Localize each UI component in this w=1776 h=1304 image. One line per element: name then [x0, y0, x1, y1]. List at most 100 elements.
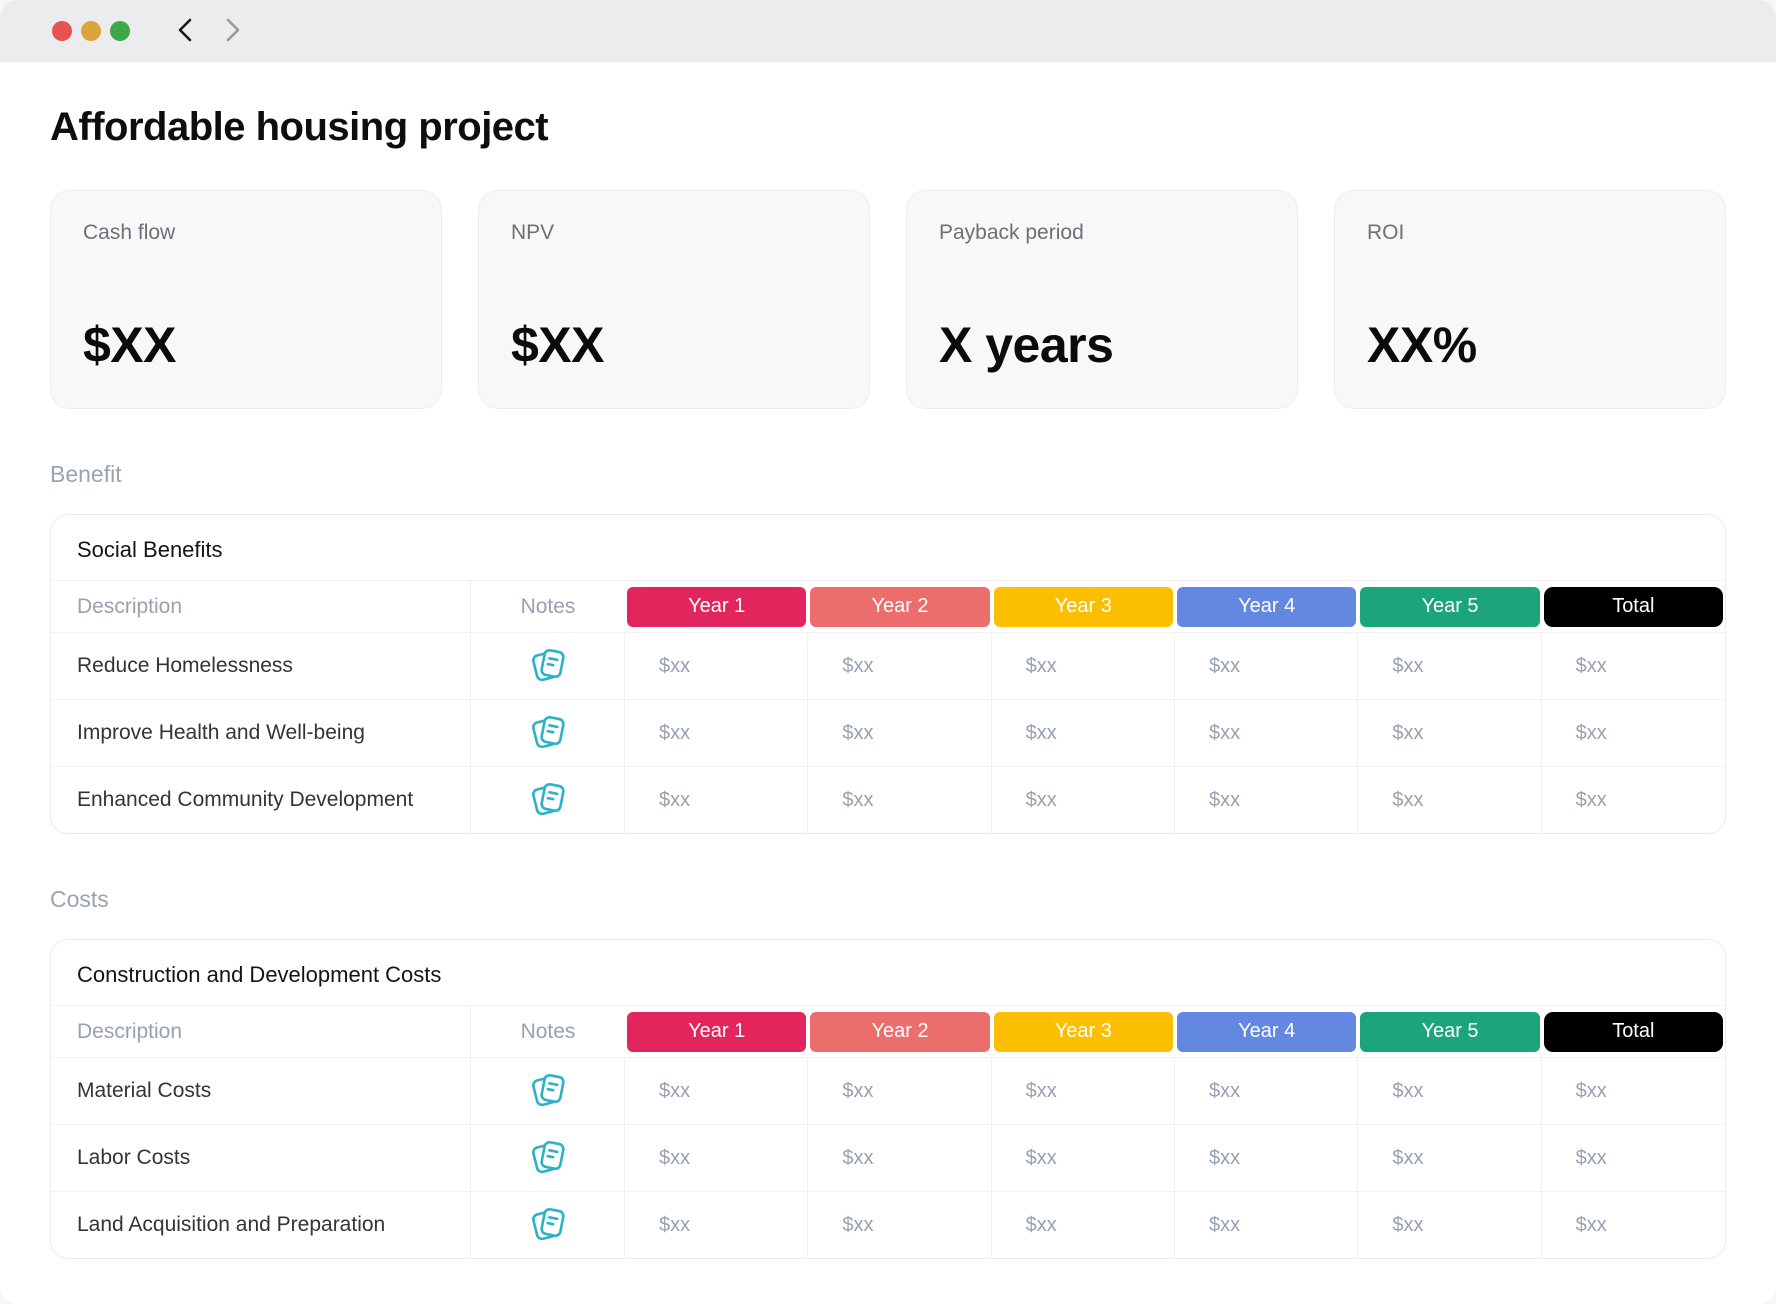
row-description[interactable]: Improve Health and Well-being [51, 700, 471, 766]
column-header-year-4[interactable]: Year 4 [1176, 1011, 1357, 1052]
notes-button[interactable] [527, 1068, 569, 1115]
value-cell[interactable]: $xx [992, 1125, 1175, 1191]
value-cell-total[interactable]: $xx [1542, 700, 1725, 766]
value-cell[interactable]: $xx [1358, 1125, 1542, 1191]
value-cell-total[interactable]: $xx [1542, 767, 1725, 833]
notes-button[interactable] [527, 777, 569, 824]
kpi-value: $XX [511, 317, 605, 373]
kpi-card-payback-period[interactable]: Payback period X years [906, 190, 1298, 409]
value-cell[interactable]: $xx [992, 700, 1175, 766]
kpi-value: $XX [83, 317, 177, 373]
value-cell[interactable]: $xx [808, 1192, 992, 1258]
value-cell[interactable]: $xx [1175, 1125, 1359, 1191]
row-description[interactable]: Material Costs [51, 1058, 471, 1124]
section-label-benefit: Benefit [50, 461, 122, 487]
column-header-year-1[interactable]: Year 1 [627, 1011, 807, 1052]
costs-table: Construction and Development Costs Descr… [50, 939, 1726, 1259]
column-header-description[interactable]: Description [51, 1006, 471, 1057]
column-header-year-4[interactable]: Year 4 [1176, 586, 1357, 627]
value-cell[interactable]: $xx [1175, 1058, 1359, 1124]
table-title[interactable]: Construction and Development Costs [51, 940, 1725, 1005]
app-window: Affordable housing project Cash flow $XX… [0, 0, 1776, 1304]
value-cell[interactable]: $xx [1358, 1192, 1542, 1258]
value-cell-total[interactable]: $xx [1542, 1058, 1725, 1124]
value-cell[interactable]: $xx [1358, 700, 1542, 766]
table-row: Improve Health and Well-being $xx $xx $x… [51, 699, 1725, 766]
column-header-year-2[interactable]: Year 2 [810, 586, 990, 627]
notes-button[interactable] [527, 1135, 569, 1182]
value-cell[interactable]: $xx [808, 633, 992, 699]
section-label-costs: Costs [50, 886, 109, 912]
value-cell[interactable]: $xx [625, 700, 809, 766]
column-header-year-5[interactable]: Year 5 [1360, 586, 1540, 627]
notes-icon [527, 1202, 569, 1249]
notes-icon [527, 710, 569, 757]
value-cell[interactable]: $xx [1358, 633, 1542, 699]
table-header-row: Description Notes Year 1 Year 2 Year 3 Y… [51, 580, 1725, 632]
value-cell[interactable]: $xx [992, 633, 1175, 699]
value-cell[interactable]: $xx [1175, 633, 1359, 699]
notes-button[interactable] [527, 1202, 569, 1249]
table-title[interactable]: Social Benefits [51, 515, 1725, 580]
column-header-year-2[interactable]: Year 2 [810, 1011, 990, 1052]
notes-button[interactable] [527, 643, 569, 690]
value-cell[interactable]: $xx [1175, 700, 1359, 766]
zoom-button[interactable] [110, 21, 130, 41]
benefit-table: Social Benefits Description Notes Year 1… [50, 514, 1726, 834]
value-cell[interactable]: $xx [992, 767, 1175, 833]
column-header-year-3[interactable]: Year 3 [993, 1011, 1173, 1052]
forward-button[interactable] [222, 17, 244, 46]
value-cell-total[interactable]: $xx [1542, 1125, 1725, 1191]
value-cell[interactable]: $xx [1175, 1192, 1359, 1258]
column-header-year-3[interactable]: Year 3 [993, 586, 1173, 627]
chevron-left-icon [174, 17, 196, 46]
column-header-total[interactable]: Total [1543, 586, 1723, 627]
notes-icon [527, 643, 569, 690]
value-cell-total[interactable]: $xx [1542, 633, 1725, 699]
value-cell[interactable]: $xx [808, 700, 992, 766]
value-cell[interactable]: $xx [992, 1192, 1175, 1258]
table-row: Material Costs $xx $xx $xx $xx $xx $xx [51, 1057, 1725, 1124]
value-cell[interactable]: $xx [625, 633, 809, 699]
table-row: Labor Costs $xx $xx $xx $xx $xx $xx [51, 1124, 1725, 1191]
column-header-year-1[interactable]: Year 1 [627, 586, 807, 627]
kpi-card-roi[interactable]: ROI XX% [1334, 190, 1726, 409]
kpi-label: NPV [511, 221, 555, 244]
value-cell[interactable]: $xx [625, 1125, 809, 1191]
value-cell[interactable]: $xx [1358, 767, 1542, 833]
kpi-card-npv[interactable]: NPV $XX [478, 190, 870, 409]
value-cell[interactable]: $xx [1358, 1058, 1542, 1124]
notes-icon [527, 777, 569, 824]
close-button[interactable] [52, 21, 72, 41]
table-row: Enhanced Community Development $xx $xx $… [51, 766, 1725, 833]
minimize-button[interactable] [81, 21, 101, 41]
kpi-label: Cash flow [83, 221, 176, 244]
row-description[interactable]: Reduce Homelessness [51, 633, 471, 699]
column-header-notes[interactable]: Notes [471, 581, 625, 632]
value-cell[interactable]: $xx [808, 1125, 992, 1191]
table-row: Reduce Homelessness $xx $xx $xx $xx $xx … [51, 632, 1725, 699]
kpi-value: X years [939, 317, 1114, 373]
value-cell[interactable]: $xx [808, 1058, 992, 1124]
value-cell[interactable]: $xx [625, 1058, 809, 1124]
kpi-row: Cash flow $XX NPV $XX Payback period X y… [50, 190, 1726, 409]
column-header-notes[interactable]: Notes [471, 1006, 625, 1057]
value-cell[interactable]: $xx [625, 767, 809, 833]
column-header-description[interactable]: Description [51, 581, 471, 632]
column-header-total[interactable]: Total [1543, 1011, 1723, 1052]
table-row: Land Acquisition and Preparation $xx $xx… [51, 1191, 1725, 1258]
notes-button[interactable] [527, 710, 569, 757]
row-description[interactable]: Labor Costs [51, 1125, 471, 1191]
back-button[interactable] [174, 17, 196, 46]
column-header-year-5[interactable]: Year 5 [1360, 1011, 1540, 1052]
row-description[interactable]: Enhanced Community Development [51, 767, 471, 833]
notes-icon [527, 1068, 569, 1115]
value-cell-total[interactable]: $xx [1542, 1192, 1725, 1258]
value-cell[interactable]: $xx [808, 767, 992, 833]
row-description[interactable]: Land Acquisition and Preparation [51, 1192, 471, 1258]
kpi-card-cash-flow[interactable]: Cash flow $XX [50, 190, 442, 409]
traffic-lights [52, 21, 130, 41]
value-cell[interactable]: $xx [992, 1058, 1175, 1124]
value-cell[interactable]: $xx [1175, 767, 1359, 833]
value-cell[interactable]: $xx [625, 1192, 809, 1258]
